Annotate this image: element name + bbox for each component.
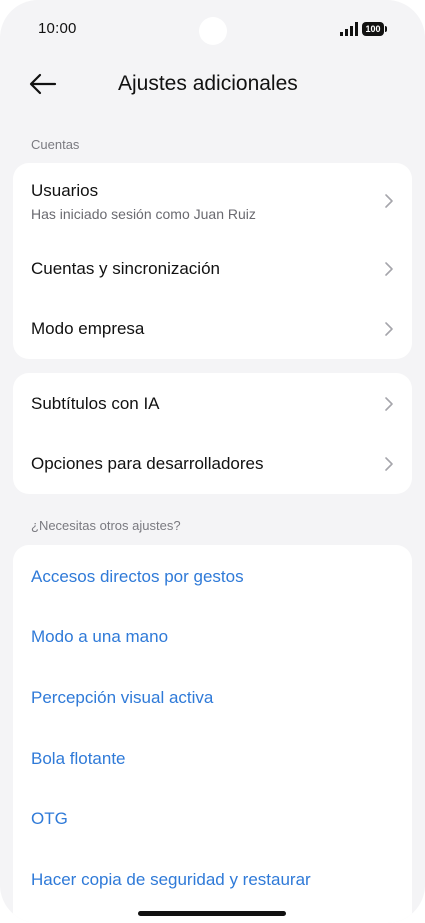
developer-options-label: Opciones para desarrolladores bbox=[31, 454, 264, 473]
link-floating-ball[interactable]: Bola flotante bbox=[31, 749, 126, 769]
section-label-other-settings: ¿Necesitas otros ajustes? bbox=[31, 518, 181, 533]
status-bar: 10:00 100 bbox=[0, 0, 425, 60]
chevron-right-icon bbox=[385, 322, 393, 336]
home-indicator[interactable] bbox=[138, 911, 286, 916]
camera-cutout bbox=[199, 17, 227, 45]
row-users[interactable]: Usuarios Has iniciado sesión como Juan R… bbox=[13, 163, 412, 239]
header: Ajustes adicionales bbox=[0, 62, 425, 106]
row-ai-subtitles[interactable]: Subtítulos con IA bbox=[13, 373, 412, 434]
enterprise-mode-label: Modo empresa bbox=[31, 319, 145, 338]
chevron-right-icon bbox=[385, 194, 393, 208]
users-title: Usuarios bbox=[31, 181, 99, 200]
link-gesture-shortcuts[interactable]: Accesos directos por gestos bbox=[31, 567, 244, 587]
row-enterprise-mode[interactable]: Modo empresa bbox=[13, 299, 412, 359]
link-otg[interactable]: OTG bbox=[31, 809, 68, 829]
chevron-right-icon bbox=[385, 262, 393, 276]
accounts-card: Usuarios Has iniciado sesión como Juan R… bbox=[13, 163, 412, 359]
link-backup-restore[interactable]: Hacer copia de seguridad y restaurar bbox=[31, 870, 311, 890]
link-one-hand-mode[interactable]: Modo a una mano bbox=[31, 627, 168, 647]
page-title: Ajustes adicionales bbox=[118, 72, 298, 95]
other-settings-card: Accesos directos por gestos Modo a una m… bbox=[13, 545, 412, 923]
row-developer-options[interactable]: Opciones para desarrolladores bbox=[13, 434, 412, 494]
battery-level: 100 bbox=[365, 24, 381, 34]
row-accounts-sync[interactable]: Cuentas y sincronización bbox=[13, 239, 412, 299]
battery-icon: 100 bbox=[362, 22, 387, 36]
accounts-sync-label: Cuentas y sincronización bbox=[31, 259, 220, 278]
section-label-accounts: Cuentas bbox=[31, 137, 80, 152]
phone-screen: 10:00 100 Ajustes adicionales Cuentas Us… bbox=[0, 0, 425, 923]
extras-card: Subtítulos con IA Opciones para desarrol… bbox=[13, 373, 412, 494]
users-subtitle: Has iniciado sesión como Juan Ruiz bbox=[31, 206, 256, 222]
signal-icon bbox=[340, 22, 358, 36]
ai-subtitles-label: Subtítulos con IA bbox=[31, 394, 160, 413]
chevron-right-icon bbox=[385, 397, 393, 411]
back-arrow-icon[interactable] bbox=[28, 70, 58, 98]
link-active-visual-perception[interactable]: Percepción visual activa bbox=[31, 688, 213, 708]
chevron-right-icon bbox=[385, 457, 393, 471]
status-time: 10:00 bbox=[38, 20, 77, 37]
